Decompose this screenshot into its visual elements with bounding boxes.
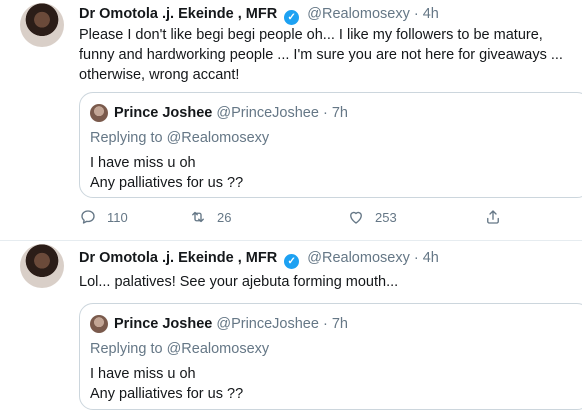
quoted-line-2: Any palliatives for us ?? (90, 386, 244, 402)
quoted-line-1: I have miss u oh (90, 366, 196, 382)
separator-dot: · (413, 250, 419, 266)
quoted-timestamp: 7h (331, 105, 348, 121)
retweet-icon (192, 211, 204, 223)
verified-badge-icon: ✓ (284, 10, 300, 25)
quoted-author-name: Prince Joshee (114, 105, 213, 121)
replying-to: Replying to @Realomosexy (90, 340, 269, 358)
like-button[interactable]: 253 (347, 208, 397, 226)
replying-handle: @Realomosexy (166, 130, 270, 146)
quoted-tweet-header: Prince Joshee @PrinceJoshee · 7h (114, 315, 348, 333)
author-handle[interactable]: @Realomosexy (307, 250, 410, 266)
tweet-text: Lol... palatives! See your ajebuta formi… (79, 274, 399, 290)
author-avatar[interactable] (20, 3, 64, 47)
quoted-author-handle: @PrinceJoshee (216, 105, 319, 121)
separator-dot: · (322, 316, 328, 332)
reply-button[interactable]: 110 (79, 208, 128, 226)
quoted-timestamp: 7h (331, 316, 348, 332)
tweet-timestamp[interactable]: 4h (423, 250, 439, 266)
quoted-author-name: Prince Joshee (114, 316, 213, 332)
like-count: 253 (375, 209, 397, 225)
replying-handle: @Realomosexy (166, 341, 270, 357)
replying-prefix: Replying to (90, 341, 163, 357)
tweet-text: Please I don't like begi begi people oh.… (79, 27, 563, 83)
heart-icon (350, 211, 362, 224)
author-name[interactable]: Dr Omotola .j. Ekeinde , MFR (79, 250, 277, 266)
retweet-count: 26 (217, 209, 232, 225)
author-avatar[interactable] (20, 244, 64, 288)
retweet-button[interactable]: 26 (189, 208, 231, 226)
tweet-2[interactable]: Dr Omotola .j. Ekeinde , MFR ✓ @Realomos… (0, 241, 582, 410)
share-button[interactable] (484, 208, 512, 226)
replying-to: Replying to @Realomosexy (90, 129, 269, 147)
quoted-line-2: Any palliatives for us ?? (90, 175, 244, 191)
tweet-1[interactable]: Dr Omotola .j. Ekeinde , MFR ✓ @Realomos… (0, 0, 582, 241)
share-icon (487, 210, 499, 224)
tweet-actions: 110 26 253 (79, 208, 519, 230)
replying-prefix: Replying to (90, 130, 163, 146)
tweet-header: Dr Omotola .j. Ekeinde , MFR ✓ @Realomos… (79, 249, 439, 269)
verified-badge-icon: ✓ (284, 254, 300, 269)
quoted-text: I have miss u oh Any palliatives for us … (90, 364, 243, 404)
quoted-author-handle: @PrinceJoshee (216, 316, 319, 332)
quoted-tweet[interactable]: Prince Joshee @PrinceJoshee · 7h Replyin… (79, 92, 582, 198)
tweet-timestamp[interactable]: 4h (423, 6, 439, 22)
author-name[interactable]: Dr Omotola .j. Ekeinde , MFR (79, 6, 277, 22)
quoted-text: I have miss u oh Any palliatives for us … (90, 153, 243, 193)
separator-dot: · (322, 105, 328, 121)
separator-dot: · (413, 6, 419, 22)
quoted-tweet-header: Prince Joshee @PrinceJoshee · 7h (114, 104, 348, 122)
quoted-tweet[interactable]: Prince Joshee @PrinceJoshee · 7h Replyin… (79, 303, 582, 410)
quoted-author-avatar (90, 104, 108, 122)
reply-count: 110 (107, 209, 128, 225)
author-handle[interactable]: @Realomosexy (307, 6, 410, 22)
quoted-line-1: I have miss u oh (90, 155, 196, 171)
reply-icon (81, 210, 95, 224)
quoted-author-avatar (90, 315, 108, 333)
tweet-header: Dr Omotola .j. Ekeinde , MFR ✓ @Realomos… (79, 5, 439, 25)
